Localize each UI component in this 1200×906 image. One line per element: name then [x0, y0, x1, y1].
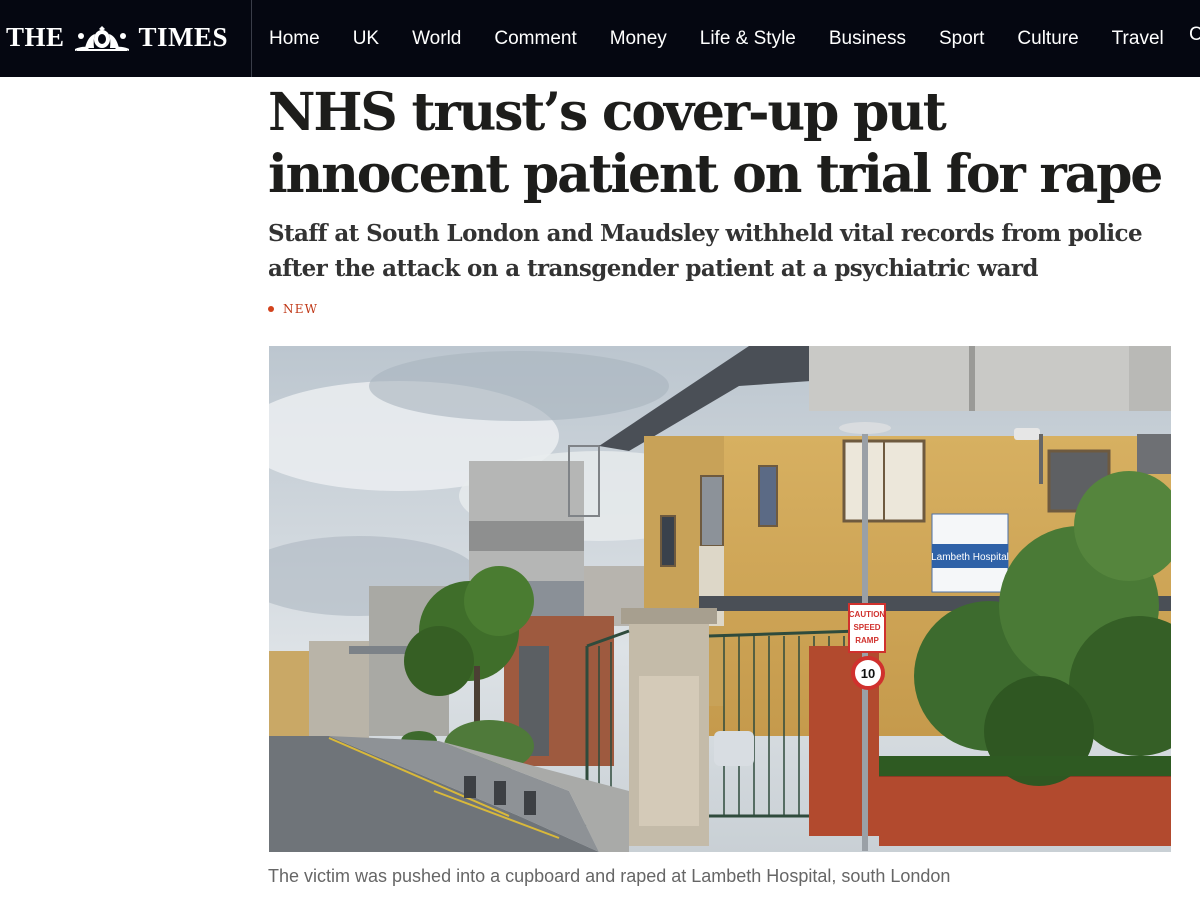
nav-item-culture[interactable]: Culture: [1017, 28, 1078, 50]
nav-item-business[interactable]: Business: [829, 28, 906, 50]
masthead-word-the: THE: [6, 21, 65, 52]
nav-item-home[interactable]: Home: [269, 28, 320, 50]
nav-item-world[interactable]: World: [412, 28, 461, 50]
nav-item-comment[interactable]: Comment: [494, 28, 576, 50]
top-navigation-bar: THE TIMES Home UK World Comment Money Li…: [0, 0, 1200, 77]
image-caption: The victim was pushed into a cupboard an…: [268, 866, 951, 886]
times-logo[interactable]: THE TIMES: [6, 20, 228, 54]
article-headline: NHS trust’s cover-up put innocent patien…: [268, 82, 1163, 205]
nav-item-money[interactable]: Money: [610, 28, 667, 50]
photo-caution-line-2: SPEED: [853, 623, 880, 632]
new-badge: NEW: [268, 302, 318, 316]
photo-caution-line-1: CAUTION: [849, 610, 886, 619]
nav-item-uk[interactable]: UK: [353, 28, 379, 50]
nav-item-sport[interactable]: Sport: [939, 28, 984, 50]
section-nav: Home UK World Comment Money Life & Style…: [252, 0, 1164, 77]
photo-hospital-sign-text: Lambeth Hospital: [931, 552, 1009, 563]
royal-crest-icon: [74, 26, 129, 51]
nav-item-life-style[interactable]: Life & Style: [700, 28, 796, 50]
article-standfirst: Staff at South London and Maudsley withh…: [268, 220, 1143, 282]
nav-item-overflow[interactable]: C: [1189, 24, 1200, 52]
new-badge-label: NEW: [283, 302, 319, 316]
article-lead-image: Lambeth Hospital CAUTION SPEED RAMP 10: [269, 346, 1171, 852]
hospital-street-photo: Lambeth Hospital CAUTION SPEED RAMP 10: [269, 346, 1171, 852]
photo-speed-limit-number: 10: [861, 666, 875, 681]
masthead-word-times: TIMES: [138, 21, 229, 52]
nav-item-travel[interactable]: Travel: [1112, 28, 1164, 50]
new-dot-icon: [268, 306, 274, 312]
photo-caution-line-3: RAMP: [855, 636, 879, 645]
